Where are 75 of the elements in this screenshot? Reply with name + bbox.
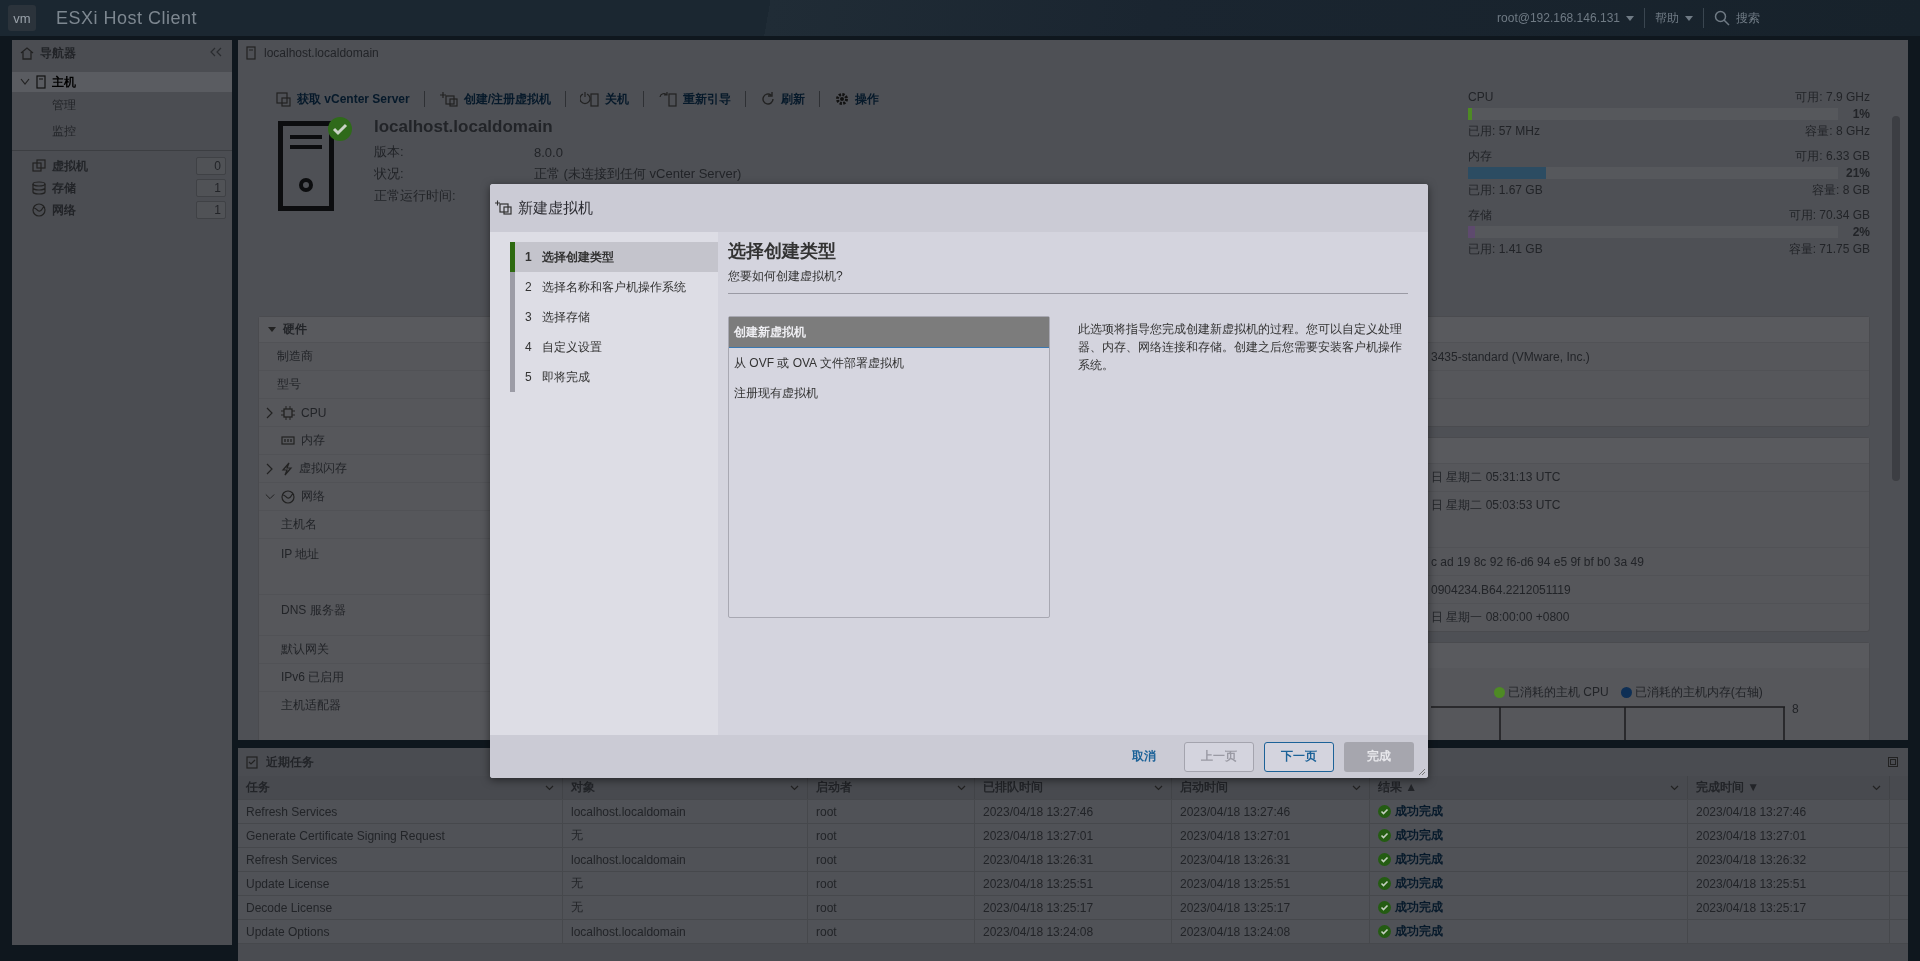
expand-icon[interactable]: [266, 406, 274, 419]
database-icon: [32, 181, 46, 195]
home-icon: [20, 46, 34, 60]
chevron-icon[interactable]: [957, 784, 966, 791]
result-link[interactable]: 成功完成: [1395, 923, 1443, 940]
search-icon: [1714, 10, 1730, 26]
toolbar-button[interactable]: 获取 vCenter Server: [270, 89, 416, 109]
restart-icon: [658, 91, 679, 107]
caret-icon: [1626, 15, 1634, 21]
success-icon: [1378, 829, 1391, 842]
chevron-icon[interactable]: [1872, 784, 1881, 791]
refresh-icon: [760, 91, 777, 107]
globe-icon: [32, 203, 46, 217]
step-question: 您要如何创建虚拟机?: [728, 264, 1408, 294]
lightning-icon: [281, 461, 293, 476]
nav-item[interactable]: 主机: [12, 72, 232, 92]
toolbar-button[interactable]: 刷新: [754, 89, 812, 109]
wizard-button[interactable]: 下一页: [1264, 741, 1334, 772]
chevron-icon[interactable]: [1352, 784, 1361, 791]
success-icon: [1378, 901, 1391, 914]
vm-icon: [32, 159, 46, 173]
success-icon: [1378, 853, 1391, 866]
option-item[interactable]: 从 OVF 或 OVA 文件部署虚拟机: [729, 348, 1049, 378]
power-icon: [580, 91, 601, 107]
memory-icon: [281, 435, 295, 446]
chevron-icon[interactable]: [545, 784, 554, 791]
toolbar-button[interactable]: 创建/注册虚拟机: [432, 89, 558, 109]
option-item[interactable]: 注册现有虚拟机: [729, 378, 1049, 408]
wizard-step[interactable]: 1 选择创建类型: [510, 242, 718, 272]
dialog-title: 新建虚拟机: [518, 198, 593, 218]
option-item[interactable]: 创建新虚拟机: [729, 317, 1049, 348]
caret-icon: [1685, 15, 1693, 21]
caret-icon[interactable]: [267, 326, 277, 333]
chevron-icon[interactable]: [1154, 784, 1163, 791]
collapse-icon[interactable]: [210, 47, 222, 57]
search-button[interactable]: 搜索: [1704, 9, 1770, 27]
logo: vm: [8, 5, 36, 31]
toolbar-button[interactable]: 关机: [574, 89, 636, 109]
resize-grip-icon[interactable]: [1418, 768, 1426, 776]
success-icon: [1378, 877, 1391, 890]
chevron-icon[interactable]: [1670, 784, 1679, 791]
success-icon: [1378, 925, 1391, 938]
option-description: 此选项将指导您完成创建新虚拟机的过程。您可以自定义处理器、内存、网络连接和存储。创建之后您需要安装客户机操作系统。: [1078, 322, 1403, 373]
clipboard-icon: [246, 755, 258, 769]
help-menu[interactable]: 帮助: [1645, 9, 1703, 27]
server-icon: [278, 121, 334, 211]
server-icon: [246, 46, 256, 60]
chip-icon: [281, 405, 295, 420]
collapse-icon[interactable]: [265, 492, 275, 501]
result-link[interactable]: 成功完成: [1395, 827, 1443, 844]
globe-icon: [281, 489, 295, 504]
wizard-step[interactable]: 5 即将完成: [510, 362, 718, 392]
user-menu[interactable]: root@192.168.146.131: [1487, 11, 1644, 25]
result-link[interactable]: 成功完成: [1395, 875, 1443, 892]
wizard-step[interactable]: 3 选择存储: [510, 302, 718, 332]
server-icon: [36, 75, 46, 89]
wizard-step[interactable]: 2 选择名称和客户机操作系统: [510, 272, 718, 302]
result-link[interactable]: 成功完成: [1395, 803, 1443, 820]
cancel-button[interactable]: 取消: [1114, 741, 1174, 772]
add-vm-icon: [438, 91, 459, 107]
product-title: ESXi Host Client: [56, 7, 198, 29]
new-vm-icon: [494, 200, 514, 216]
result-link[interactable]: 成功完成: [1395, 851, 1443, 868]
chevron-icon[interactable]: [790, 784, 799, 791]
wizard-step[interactable]: 4 自定义设置: [510, 332, 718, 362]
toolbar-button[interactable]: 操作: [828, 89, 886, 109]
maximize-icon[interactable]: [1888, 757, 1898, 767]
step-heading: 选择创建类型: [728, 240, 837, 263]
chevron-icon[interactable]: [20, 78, 30, 86]
gear-icon: [834, 91, 851, 107]
toolbar-button[interactable]: 重新引导: [652, 89, 738, 109]
expand-icon[interactable]: [266, 462, 274, 475]
vcenter-icon: [276, 91, 292, 107]
success-icon: [1378, 805, 1391, 818]
result-link[interactable]: 成功完成: [1395, 899, 1443, 916]
